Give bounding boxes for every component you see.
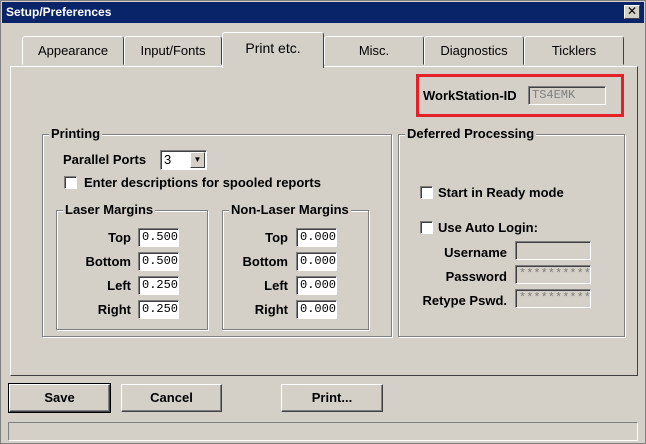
tab-diagnostics[interactable]: Diagnostics (424, 36, 524, 65)
laser-right-label: Right (97, 302, 131, 317)
ready-mode-checkbox[interactable] (420, 186, 433, 199)
tab-input-fonts[interactable]: Input/Fonts (124, 36, 222, 65)
non-laser-margins-group: Non-Laser Margins Top 0.000 Bottom 0.000… (222, 202, 369, 330)
non-laser-right-field[interactable]: 0.000 (296, 300, 337, 319)
chevron-down-icon[interactable]: ▼ (190, 152, 205, 168)
username-label: Username (444, 245, 507, 260)
ready-mode-label: Start in Ready mode (438, 185, 564, 200)
deferred-processing-group: Deferred Processing Start in Ready mode … (398, 126, 625, 337)
laser-bottom-field[interactable]: 0.500 (138, 252, 179, 271)
printing-group-title: Printing (49, 126, 103, 142)
setup-preferences-window: Setup/Preferences ✕ Appearance Input/Fon… (0, 0, 646, 444)
non-laser-bottom-label: Bottom (242, 254, 289, 269)
printing-group: Printing Parallel Ports 3 ▼ Enter descri… (42, 126, 392, 337)
workstation-id-highlight (416, 74, 624, 117)
laser-bottom-label: Bottom (85, 254, 132, 269)
deferred-processing-title: Deferred Processing (405, 126, 537, 142)
retype-password-label: Retype Pswd. (422, 293, 507, 308)
laser-margins-title: Laser Margins (63, 202, 156, 218)
non-laser-left-field[interactable]: 0.000 (296, 276, 337, 295)
non-laser-left-label: Left (264, 278, 288, 293)
close-icon[interactable]: ✕ (624, 5, 640, 19)
print-button[interactable]: Print... (281, 384, 383, 412)
password-label: Password (445, 269, 507, 284)
cancel-button[interactable]: Cancel (121, 384, 222, 412)
laser-right-field[interactable]: 0.250 (138, 300, 179, 319)
non-laser-top-field[interactable]: 0.000 (296, 228, 337, 247)
auto-login-label: Use Auto Login: (438, 220, 538, 235)
window-title: Setup/Preferences (6, 5, 112, 19)
spool-descriptions-checkbox[interactable] (64, 176, 77, 189)
tab-ticklers[interactable]: Ticklers (524, 36, 624, 65)
laser-margins-group: Laser Margins Top 0.500 Bottom 0.500 Lef… (56, 202, 208, 330)
tab-appearance[interactable]: Appearance (22, 36, 124, 65)
tab-print-etc[interactable]: Print etc. (222, 32, 324, 68)
non-laser-margins-title: Non-Laser Margins (229, 202, 351, 218)
parallel-ports-value: 3 (164, 152, 172, 167)
save-button[interactable]: Save (8, 383, 111, 413)
parallel-ports-select[interactable]: 3 ▼ (160, 150, 207, 170)
status-bar (8, 422, 638, 441)
spool-descriptions-label: Enter descriptions for spooled reports (84, 175, 321, 190)
laser-top-field[interactable]: 0.500 (138, 228, 179, 247)
non-laser-bottom-field[interactable]: 0.000 (296, 252, 337, 271)
non-laser-top-label: Top (265, 230, 288, 245)
laser-left-label: Left (107, 278, 131, 293)
parallel-ports-label: Parallel Ports (63, 152, 147, 167)
non-laser-right-label: Right (254, 302, 288, 317)
title-bar: Setup/Preferences ✕ (2, 2, 644, 23)
laser-top-label: Top (108, 230, 131, 245)
password-field[interactable]: ********** (515, 265, 591, 284)
username-field[interactable] (515, 241, 591, 260)
laser-left-field[interactable]: 0.250 (138, 276, 179, 295)
retype-password-field[interactable]: ********** (515, 289, 591, 308)
auto-login-checkbox[interactable] (420, 221, 433, 234)
tab-misc[interactable]: Misc. (324, 36, 424, 65)
